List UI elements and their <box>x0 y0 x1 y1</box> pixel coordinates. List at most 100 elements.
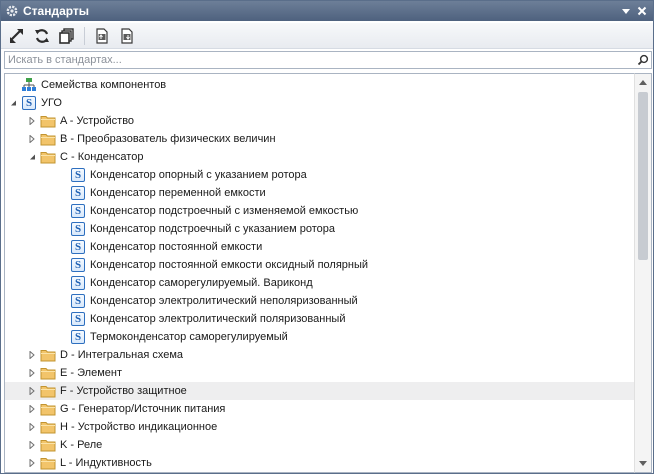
tree-item[interactable]: F - Устройство защитное <box>5 382 634 400</box>
tree-item-label: Конденсатор переменной емкости <box>90 187 266 199</box>
tree-item[interactable]: C - Конденсатор <box>5 148 634 166</box>
folder-icon <box>40 437 56 453</box>
expand-arrow-icon[interactable] <box>27 350 37 360</box>
scroll-up-icon[interactable] <box>635 74 651 90</box>
standard-s-icon: S <box>70 293 86 309</box>
tree-item[interactable]: A - Устройство <box>5 112 634 130</box>
tree-item-label: K - Реле <box>60 439 103 451</box>
gear-icon <box>4 3 20 19</box>
folder-icon <box>40 365 56 381</box>
tree-item-label: Семейства компонентов <box>41 79 167 91</box>
tree-item-label: C - Конденсатор <box>60 151 144 163</box>
folder-icon <box>40 131 56 147</box>
search-icon[interactable] <box>635 52 651 68</box>
folder-icon <box>40 455 56 471</box>
dropdown-icon[interactable] <box>619 4 633 18</box>
doc-export-icon <box>121 27 133 44</box>
tree-item[interactable]: S Конденсатор опорный с указанием ротора <box>5 166 634 184</box>
tree-item[interactable]: D - Интегральная схема <box>5 346 634 364</box>
search-input[interactable] <box>5 52 635 68</box>
window-title: Стандарты <box>23 4 90 18</box>
tree-item-label: B - Преобразователь физических величин <box>60 133 276 145</box>
folder-icon <box>40 383 56 399</box>
collapse-arrow-icon[interactable] <box>27 152 37 162</box>
tree-item-label: L - Индуктивность <box>60 457 152 469</box>
expand-arrow-icon[interactable] <box>27 440 37 450</box>
scroll-down-icon[interactable] <box>635 456 651 472</box>
link-arrows-icon <box>10 28 23 43</box>
standard-s-icon: S <box>70 167 86 183</box>
folder-icon <box>40 419 56 435</box>
tree-item[interactable]: K - Реле <box>5 436 634 454</box>
tree-item-label: G - Генератор/Источник питания <box>60 403 226 415</box>
expand-arrow-icon[interactable] <box>27 368 37 378</box>
expand-arrow-icon[interactable] <box>27 116 37 126</box>
tree-item[interactable]: S Конденсатор электролитический неполяриз… <box>5 292 634 310</box>
import-button[interactable] <box>91 25 113 47</box>
export-button[interactable] <box>116 25 138 47</box>
tree-item-label: Конденсатор опорный с указанием ротора <box>90 169 307 181</box>
expand-arrow-icon[interactable] <box>27 386 37 396</box>
tree-item[interactable]: S Конденсатор саморегулируемый. Вариконд <box>5 274 634 292</box>
standard-s-icon: S <box>70 203 86 219</box>
tree-item-label: Конденсатор электролитический поляризова… <box>90 313 346 325</box>
tree-item-label: Конденсатор постоянной емкости оксидный … <box>90 259 369 271</box>
expand-arrow-icon[interactable] <box>27 458 37 468</box>
collapse-arrow-icon[interactable] <box>8 98 18 108</box>
tree-item[interactable]: S Конденсатор переменной емкости <box>5 184 634 202</box>
standard-s-icon: S <box>70 257 86 273</box>
tree-item[interactable]: S Конденсатор подстроечный с указанием ро… <box>5 220 634 238</box>
tree-item[interactable]: S Конденсатор постоянной емкости оксидный… <box>5 256 634 274</box>
standard-s-icon: S <box>70 275 86 291</box>
tree-item-label: Конденсатор саморегулируемый. Вариконд <box>90 277 313 289</box>
search-box <box>4 51 652 69</box>
standard-s-icon: S <box>70 221 86 237</box>
expand-arrow-icon[interactable] <box>27 422 37 432</box>
tree-item-label: E - Элемент <box>60 367 122 379</box>
folder-icon <box>40 347 56 363</box>
collapse-button[interactable] <box>56 25 78 47</box>
toolbar-separator <box>84 26 85 45</box>
refresh-icon <box>35 28 49 43</box>
tree-item-label: H - Устройство индикационное <box>60 421 218 433</box>
tree-item[interactable]: E - Элемент <box>5 364 634 382</box>
standards-tree: Семейства компонентов S УГО A - Устройство B… <box>4 73 634 473</box>
copy-stack-icon <box>59 27 74 44</box>
standard-s-icon: S <box>21 95 37 111</box>
standard-s-icon: S <box>70 185 86 201</box>
tree-item-label: УГО <box>41 97 62 109</box>
expand-arrow-icon[interactable] <box>27 134 37 144</box>
vertical-scrollbar[interactable] <box>634 73 652 473</box>
tree-item[interactable]: Семейства компонентов <box>5 76 634 94</box>
tree-item[interactable]: G - Генератор/Источник питания <box>5 400 634 418</box>
tree-item-label: Конденсатор постоянной емкости <box>90 241 263 253</box>
toolbar <box>1 23 653 49</box>
hierarchy-icon <box>21 77 37 93</box>
tree-item[interactable]: S УГО <box>5 94 634 112</box>
refresh-button[interactable] <box>31 25 53 47</box>
tree-item[interactable]: S Конденсатор постоянной емкости <box>5 238 634 256</box>
tree-item[interactable]: S Конденсатор электролитический поляризов… <box>5 310 634 328</box>
folder-icon <box>40 149 56 165</box>
tree-item-label: Термоконденсатор саморегулируемый <box>90 331 288 343</box>
tree-item[interactable]: H - Устройство индикационное <box>5 418 634 436</box>
folder-icon <box>40 113 56 129</box>
tree-item[interactable]: S Термоконденсатор саморегулируемый <box>5 328 634 346</box>
tree-item[interactable]: S Конденсатор подстроечный с изменяемой е… <box>5 202 634 220</box>
expand-arrow-icon[interactable] <box>27 404 37 414</box>
standards-panel: Стандарты Се <box>0 0 654 474</box>
scroll-thumb[interactable] <box>638 92 648 260</box>
standard-s-icon: S <box>70 239 86 255</box>
link-button[interactable] <box>6 25 28 47</box>
title-bar: Стандарты <box>1 1 653 21</box>
doc-import-icon <box>96 27 108 44</box>
tree-item-label: F - Устройство защитное <box>60 385 187 397</box>
tree-item-label: Конденсатор подстроечный с указанием рот… <box>90 223 335 235</box>
tree-item[interactable]: B - Преобразователь физических величин <box>5 130 634 148</box>
close-icon[interactable] <box>635 4 649 18</box>
tree-item-label: A - Устройство <box>60 115 135 127</box>
tree-item[interactable]: L - Индуктивность <box>5 454 634 472</box>
tree-item-label: Конденсатор подстроечный с изменяемой ем… <box>90 205 359 217</box>
folder-icon <box>40 401 56 417</box>
tree-item-label: Конденсатор электролитический неполяризо… <box>90 295 358 307</box>
